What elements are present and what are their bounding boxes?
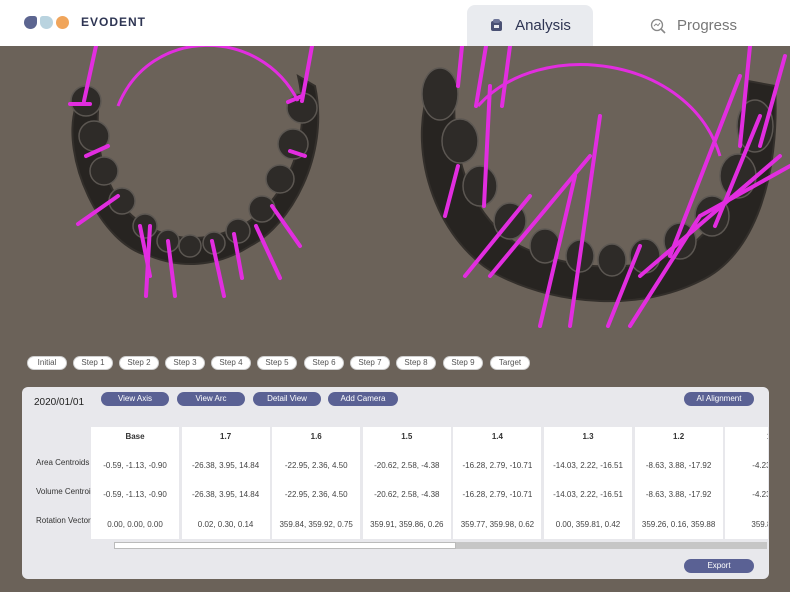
detail-view-button[interactable]: Detail View	[253, 392, 321, 406]
volume-centroid-cell: -22.95, 2.36, 4.50	[284, 490, 348, 499]
view-arc-button[interactable]: View Arc	[177, 392, 245, 406]
step-4[interactable]: Step 4	[211, 356, 251, 370]
area-centroid-cell: -14.03, 2.22, -16.51	[553, 461, 623, 470]
step-1[interactable]: Step 1	[73, 356, 113, 370]
column-header: 1.3	[582, 432, 594, 441]
area-centroid-cell: -16.28, 2.79, -10.71	[462, 461, 533, 470]
volume-centroid-cell: -8.63, 3.88, -17.92	[645, 490, 712, 499]
table-column: 1.3 -14.03, 2.22, -16.51 -14.03, 2.22, -16…	[544, 427, 632, 539]
rotation-vector-cell: 359.77, 359.98, 0.62	[460, 520, 535, 529]
tab-analysis-label: Analysis	[515, 17, 571, 34]
rotation-vector-cell: 359.84, 359.92, 0.75	[279, 520, 353, 529]
rotation-vector-cell: 0.00, 0.00, 0.00	[107, 520, 163, 529]
table-column: 1.4 -16.28, 2.79, -10.71 -16.28, 2.79, -10…	[453, 427, 542, 539]
area-centroid-cell: -4.23, 4.1	[752, 461, 768, 470]
arch-curve-left	[116, 43, 300, 107]
area-centroid-cell: -22.95, 2.36, 4.50	[284, 461, 348, 470]
table-column: Base -0.59, -1.13, -0.90 -0.59, -1.13, -0.…	[91, 427, 179, 539]
table-column: 1 -4.23, 4.1 -4.23, 4.1 359.81, 0.	[725, 427, 768, 539]
logo-mark-orange	[56, 15, 69, 29]
arch-curve-right	[476, 63, 722, 157]
table-column: 1.5 -20.62, 2.58, -4.38 -20.62, 2.58, -4.3…	[362, 427, 451, 539]
viewport-canvas[interactable]	[0, 43, 790, 350]
column-header: 1	[725, 432, 768, 441]
top-bar: EVODENT Analysis Progress	[0, 0, 790, 46]
app-logo: EVODENT	[24, 15, 146, 29]
step-7[interactable]: Step 7	[350, 356, 390, 370]
column-header: 1.5	[401, 432, 413, 441]
panel-date: 2020/01/01	[34, 397, 85, 408]
volume-centroid-cell: -14.03, 2.22, -16.51	[553, 490, 623, 499]
progress-icon	[650, 18, 666, 34]
upper-arch-model[interactable]	[70, 73, 320, 265]
column-header: 1.7	[220, 432, 232, 441]
step-target[interactable]: Target	[490, 356, 530, 370]
table-column: 1.2 -8.63, 3.88, -17.92 -8.63, 3.88, -17.9…	[634, 427, 723, 539]
area-centroid-cell: -20.62, 2.58, -4.38	[374, 461, 440, 470]
rotation-vector-cell: 359.81, 0.	[751, 520, 768, 529]
table-scrollbar[interactable]	[114, 542, 767, 549]
volume-centroid-cell: -20.62, 2.58, -4.38	[374, 490, 440, 499]
scrollbar-thumb[interactable]	[114, 542, 456, 549]
centroid-table[interactable]: Area Centroids Volume Centroids Rotation…	[30, 427, 768, 539]
step-selector: Initial Step 1 Step 2 Step 3 Step 4 Step…	[0, 356, 790, 370]
tab-analysis[interactable]: Analysis	[467, 5, 593, 46]
area-centroid-cell: -26.38, 3.95, 14.84	[192, 461, 260, 470]
volume-centroid-cell: -16.28, 2.79, -10.71	[462, 490, 533, 499]
add-camera-button[interactable]: Add Camera	[328, 392, 398, 406]
row-label-area: Area Centroids	[36, 458, 90, 467]
area-centroid-cell: -0.59, -1.13, -0.90	[103, 461, 167, 470]
step-8[interactable]: Step 8	[396, 356, 436, 370]
table-column: 1.6 -22.95, 2.36, 4.50 -22.95, 2.36, 4.50 3…	[272, 427, 361, 539]
step-initial[interactable]: Initial	[27, 356, 67, 370]
export-button[interactable]: Export	[684, 559, 754, 573]
logo-mark-lightblue	[40, 15, 53, 29]
step-3[interactable]: Step 3	[165, 356, 205, 370]
app-name: EVODENT	[81, 15, 147, 29]
tab-progress-label: Progress	[676, 17, 738, 34]
volume-centroid-cell: -4.23, 4.1	[752, 490, 768, 499]
column-header: Base	[125, 432, 145, 441]
model-viewport[interactable]	[0, 43, 790, 350]
tab-progress[interactable]: Progress	[630, 5, 756, 46]
area-centroid-cell: -8.63, 3.88, -17.92	[645, 461, 712, 470]
volume-centroid-cell: -0.59, -1.13, -0.90	[103, 490, 167, 499]
volume-centroid-cell: -26.38, 3.95, 14.84	[192, 490, 260, 499]
row-label-volume: Volume Centroids	[36, 487, 100, 496]
step-2[interactable]: Step 2	[119, 356, 159, 370]
logo-mark-blue	[24, 15, 37, 29]
ai-alignment-button[interactable]: AI Alignment	[684, 392, 754, 406]
column-header: 1.2	[673, 432, 685, 441]
view-axis-button[interactable]: View Axis	[101, 392, 169, 406]
rotation-vector-cell: 359.26, 0.16, 359.88	[641, 520, 716, 529]
analysis-icon	[491, 18, 503, 31]
step-6[interactable]: Step 6	[304, 356, 344, 370]
rotation-vector-cell: 0.02, 0.30, 0.14	[197, 520, 254, 529]
column-header: 1.6	[310, 432, 322, 441]
row-label-rotation: Rotation Vectors	[36, 516, 95, 525]
analysis-panel: 2020/01/01 View Axis View Arc Detail Vie…	[22, 387, 769, 579]
rotation-vector-cell: 359.91, 359.86, 0.26	[370, 520, 444, 529]
table-column: 1.7 -26.38, 3.95, 14.84 -26.38, 3.95, 14.8…	[181, 427, 270, 539]
step-9[interactable]: Step 9	[443, 356, 483, 370]
step-5[interactable]: Step 5	[257, 356, 297, 370]
rotation-vector-cell: 0.00, 359.81, 0.42	[555, 520, 621, 529]
column-header: 1.4	[491, 432, 503, 441]
